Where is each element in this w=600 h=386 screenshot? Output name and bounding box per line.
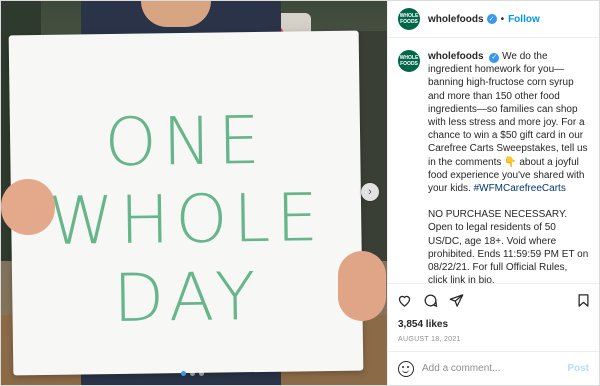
sign-line-one: ONE xyxy=(104,101,267,182)
comment-button[interactable] xyxy=(422,293,438,309)
sign-line-day: DAY xyxy=(112,257,262,338)
caption-area[interactable]: WHOLE FOODS wholefoods ✓ We do the ingre… xyxy=(388,38,599,283)
sign-line-whole: WHOLE xyxy=(48,179,325,260)
comment-input[interactable] xyxy=(422,363,560,374)
verified-badge-icon: ✓ xyxy=(486,14,497,24)
account-avatar[interactable]: WHOLE FOODS xyxy=(398,8,420,30)
separator-dot: • xyxy=(500,13,505,25)
likes-count[interactable]: 3,854 likes xyxy=(388,317,599,332)
emoji-icon[interactable] xyxy=(398,360,414,377)
share-button[interactable] xyxy=(448,293,464,309)
post-media[interactable]: ONE WHOLE DAY › xyxy=(1,1,387,385)
hashtag-link[interactable]: #WFMCarefreeCarts xyxy=(474,183,566,194)
heart-icon xyxy=(398,295,410,307)
comment-icon xyxy=(424,294,437,308)
caption-text: wholefoods ✓ We do the ingredient homewo… xyxy=(428,50,589,283)
verified-badge-icon: ✓ xyxy=(489,52,500,63)
action-bar xyxy=(388,283,599,317)
right-hand xyxy=(338,251,386,321)
caption-handle[interactable]: wholefoods xyxy=(428,51,484,62)
caption: WHOLE FOODS wholefoods ✓ We do the ingre… xyxy=(398,50,589,283)
carousel-dot-1 xyxy=(181,371,186,376)
instagram-post: ONE WHOLE DAY › WHOLE FOODS wholefoods ✓… xyxy=(0,0,600,386)
caption-avatar[interactable]: WHOLE FOODS xyxy=(398,50,420,72)
account-handle[interactable]: wholefoods xyxy=(428,14,484,25)
handheld-sign: ONE WHOLE DAY xyxy=(8,30,364,376)
save-button[interactable] xyxy=(575,293,591,309)
carousel-next-button[interactable]: › xyxy=(361,183,379,201)
chevron-right-icon: › xyxy=(368,186,372,198)
carousel-dot-2 xyxy=(190,371,195,376)
bookmark-icon xyxy=(578,294,588,307)
caption-legal: NO PURCHASE NECESSARY. Open to legal res… xyxy=(428,209,589,283)
add-comment-bar: Post xyxy=(388,351,599,385)
like-button[interactable] xyxy=(396,293,412,309)
share-icon xyxy=(449,294,463,307)
post-date: AUGUST 18, 2021 xyxy=(398,336,461,343)
carousel-dots xyxy=(181,371,204,376)
follow-button[interactable]: Follow xyxy=(508,14,540,25)
post-header: WHOLE FOODS wholefoods ✓ • Follow xyxy=(388,1,599,38)
post-side-panel: WHOLE FOODS wholefoods ✓ • Follow WHOLE … xyxy=(387,1,599,385)
post-comment-button[interactable]: Post xyxy=(567,363,589,374)
left-hand xyxy=(1,179,55,235)
carousel-dot-3 xyxy=(199,371,204,376)
caption-body: We do the ingredient homework for you—ba… xyxy=(428,51,588,195)
